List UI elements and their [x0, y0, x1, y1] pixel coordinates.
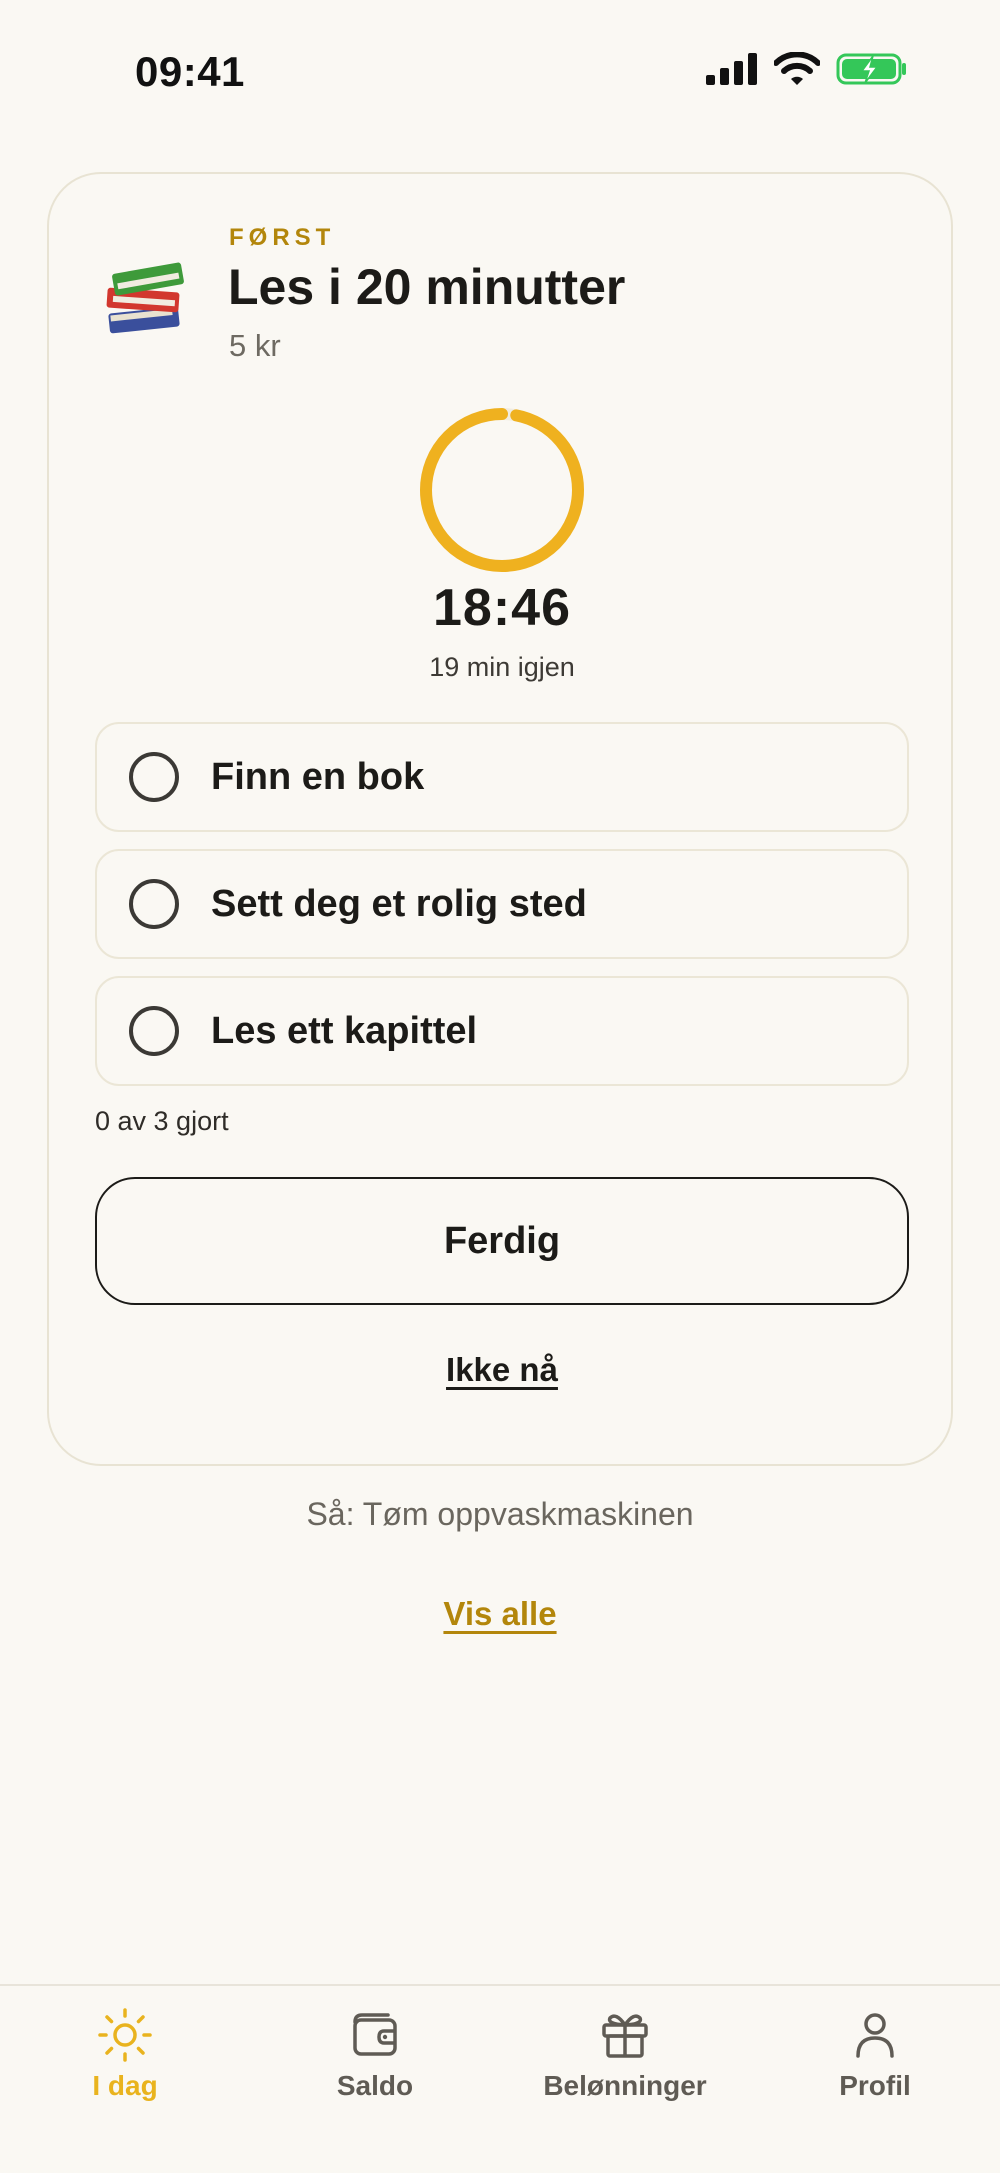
step-label: Finn en bok	[211, 755, 425, 798]
status-bar: 09:41	[0, 0, 1000, 150]
current-task-card: FØRST Les i 20 minutter 5 kr 18:46 19 mi…	[47, 172, 953, 1466]
step-item[interactable]: Les ett kapittel	[95, 976, 909, 1086]
tab-bar: I dag Saldo Belønninger Profil	[0, 1984, 1000, 2173]
books-emoji-icon	[106, 262, 184, 334]
tab-profile[interactable]: Profil	[750, 2006, 1000, 2116]
tab-today[interactable]: I dag	[0, 2006, 250, 2116]
tab-label: Belønninger	[543, 2070, 707, 2101]
timer-remaining: 19 min igjen	[429, 652, 575, 682]
step-checkbox[interactable]	[129, 752, 179, 802]
not-now-link[interactable]: Ikke nå	[49, 1351, 955, 1389]
tab-label: Saldo	[336, 2070, 414, 2101]
show-all-link[interactable]: Vis alle	[0, 1595, 1000, 1633]
status-time: 09:41	[135, 48, 245, 95]
wifi-icon	[774, 52, 820, 85]
status-icons	[706, 52, 908, 86]
tab-label: Profil	[839, 2070, 911, 2101]
timer-time: 18:46	[433, 579, 571, 637]
step-checkbox[interactable]	[129, 1006, 179, 1056]
battery-charging-icon	[836, 53, 906, 85]
step-checkbox[interactable]	[129, 879, 179, 929]
tab-label: I dag	[92, 2070, 158, 2101]
step-item[interactable]: Finn en bok	[95, 722, 909, 832]
gift-icon	[602, 2014, 648, 2058]
timer-progress-ring	[420, 408, 584, 572]
task-reward: 5 kr	[229, 328, 281, 363]
next-task-text: Så: Tøm oppvaskmaskinen	[306, 1496, 694, 1532]
task-title: Les i 20 minutter	[228, 259, 626, 315]
wallet-icon	[353, 2013, 397, 2056]
person-icon	[856, 2013, 894, 2058]
step-label: Sett deg et rolig sted	[211, 882, 587, 925]
task-order-label: FØRST	[229, 224, 336, 251]
done-button[interactable]: Ferdig	[95, 1177, 909, 1305]
tab-rewards[interactable]: Belønninger	[500, 2006, 750, 2116]
tab-balance[interactable]: Saldo	[250, 2006, 500, 2116]
steps-progress-text: 0 av 3 gjort	[95, 1106, 229, 1136]
cellular-signal-icon	[706, 53, 757, 85]
step-label: Les ett kapittel	[211, 1009, 478, 1052]
step-item[interactable]: Sett deg et rolig sted	[95, 849, 909, 959]
sun-icon	[98, 2008, 152, 2062]
